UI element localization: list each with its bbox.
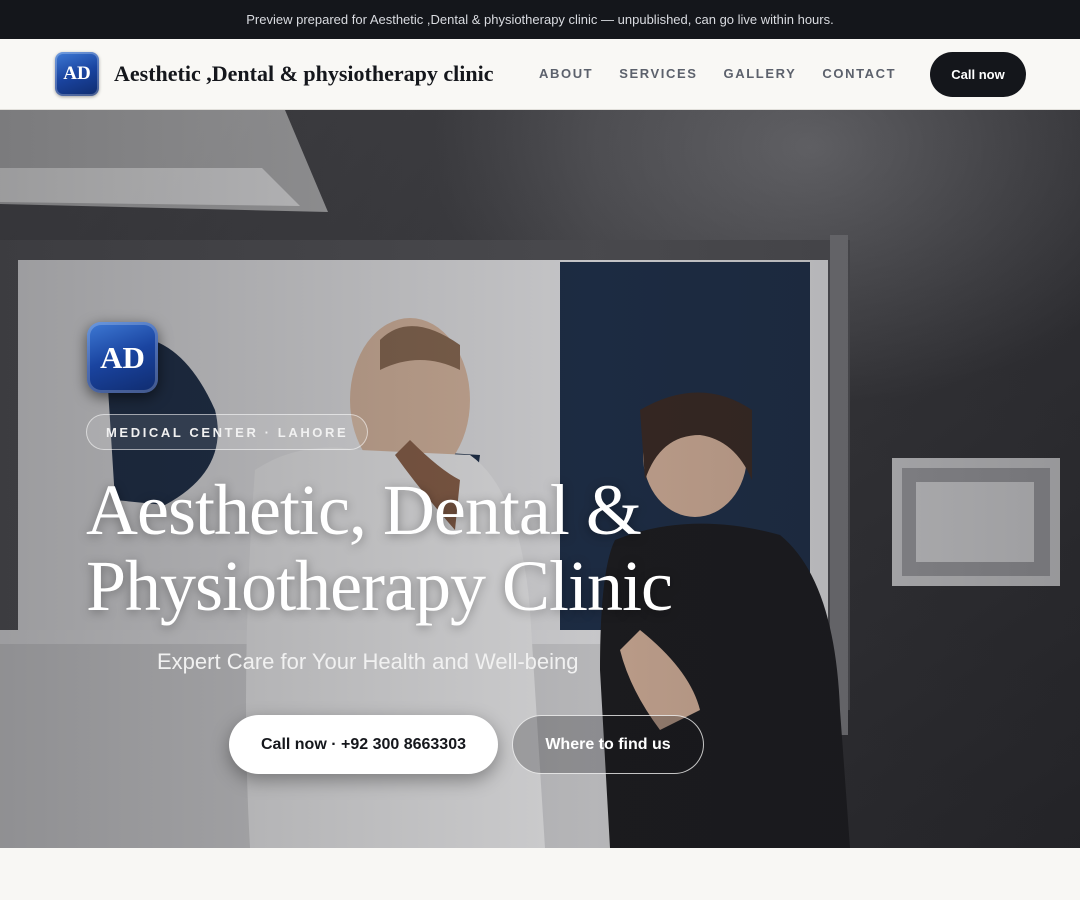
hero-subtitle: Expert Care for Your Health and Well-bei…	[157, 649, 579, 674]
brand-logo[interactable]: AD	[55, 52, 99, 96]
brand-logo-text: AD	[63, 63, 91, 84]
nav-link-contact[interactable]: CONTACT	[822, 66, 896, 81]
nav-link-gallery[interactable]: GALLERY	[724, 66, 797, 81]
call-now-button[interactable]: Call now · +92 300 8663303	[229, 715, 498, 774]
hero-section: AD MEDICAL CENTER · LAHORE Aesthetic, De…	[0, 110, 1080, 848]
next-section	[0, 848, 1080, 900]
announcement-text: Preview prepared for Aesthetic ,Dental &…	[246, 12, 834, 27]
header-call-button[interactable]: Call now	[930, 52, 1026, 97]
nav-link-services[interactable]: SERVICES	[619, 66, 697, 81]
hero-title-line-2: Physiotherapy Clinic	[86, 546, 673, 626]
find-us-button[interactable]: Where to find us	[512, 715, 704, 774]
nav-link-about[interactable]: ABOUT	[539, 66, 593, 81]
location-badge: MEDICAL CENTER · LAHORE	[86, 414, 369, 450]
hero-logo: AD	[87, 322, 158, 393]
announcement-bar: Preview prepared for Aesthetic ,Dental &…	[0, 0, 1080, 39]
hero-title-line-1: Aesthetic, Dental &	[86, 470, 642, 550]
location-badge-text: MEDICAL CENTER · LAHORE	[106, 424, 349, 440]
hero-logo-text: AD	[100, 339, 145, 375]
hero-title: Aesthetic, Dental & Physiotherapy Clinic	[86, 472, 846, 624]
main-nav: ABOUT SERVICES GALLERY CONTACT	[539, 66, 896, 81]
brand-name[interactable]: Aesthetic ,Dental & physiotherapy clinic	[114, 61, 493, 87]
site-header: AD Aesthetic ,Dental & physiotherapy cli…	[0, 39, 1080, 110]
